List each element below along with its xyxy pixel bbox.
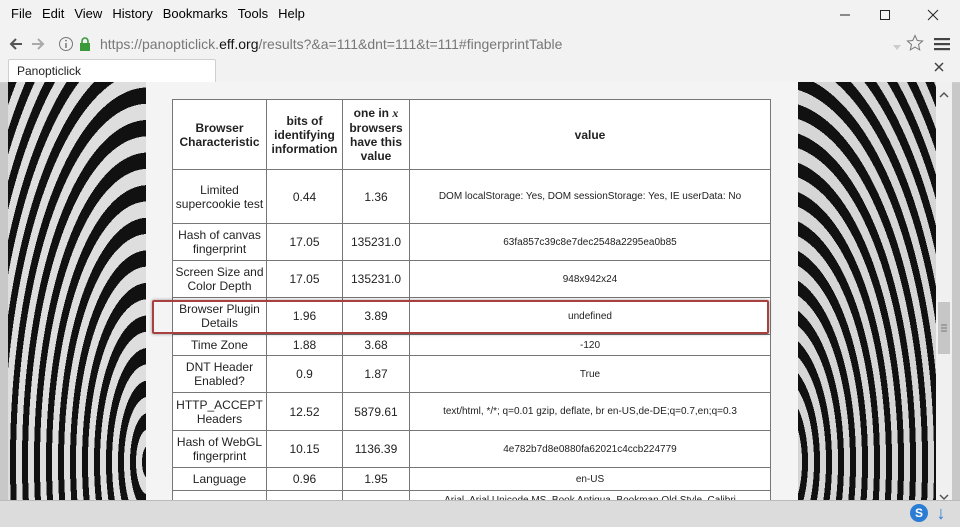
cell-value: 4e782b7d8e0880fa62021c4ccb224779 (409, 430, 771, 468)
page-content: Browser Characteristic bits of identifyi… (8, 82, 936, 500)
cell-name (172, 490, 267, 500)
scroll-up-icon[interactable] (939, 86, 949, 104)
highlight-box (152, 300, 769, 334)
cell-name: DNT Header Enabled? (172, 355, 267, 393)
status-bar: S ↓ (0, 500, 960, 527)
cell-name: Time Zone (172, 334, 267, 356)
menu-history[interactable]: History (107, 5, 157, 23)
cell-value: 63fa857c39c8e7dec2548a2295ea0b85 (409, 223, 771, 261)
maximize-icon[interactable] (862, 0, 908, 30)
cell-bits (266, 490, 343, 500)
cell-value: True (409, 355, 771, 393)
cell-value: -120 (409, 334, 771, 356)
table-row: Hash of WebGL fingerprint 10.15 1136.39 … (172, 430, 771, 468)
table-row: Arial, Arial Unicode MS, Book Antiqua, B… (172, 490, 771, 500)
fingerprint-background-left (8, 82, 146, 500)
url-bar[interactable]: https://panopticlick.eff.org/results?&a=… (54, 32, 924, 56)
cell-bits: 17.05 (266, 223, 343, 261)
cell-bits: 10.15 (266, 430, 343, 468)
cell-one-in: 1.36 (342, 169, 410, 224)
close-tab-icon[interactable] (934, 61, 944, 75)
cell-one-in: 5879.61 (342, 392, 410, 431)
table-row: Language 0.96 1.95 en-US (172, 467, 771, 491)
cell-one-in: 1.95 (342, 467, 410, 491)
header-browser-characteristic: Browser Characteristic (172, 99, 267, 170)
header-value: value (409, 99, 771, 170)
table-row: DNT Header Enabled? 0.9 1.87 True (172, 355, 771, 393)
menu-tools[interactable]: Tools (233, 5, 273, 23)
cell-one-in (342, 490, 410, 500)
bookmark-star-icon[interactable] (906, 34, 924, 57)
cell-value: 948x942x24 (409, 260, 771, 298)
cell-name: Hash of canvas fingerprint (172, 223, 267, 261)
cell-one-in: 3.68 (342, 334, 410, 356)
menu-bar: File Edit View History Bookmarks Tools H… (0, 0, 960, 30)
cell-bits: 0.96 (266, 467, 343, 491)
lock-icon (78, 36, 92, 57)
header-one-in-x: one in x browsers have this value (342, 99, 410, 170)
cell-one-in: 135231.0 (342, 223, 410, 261)
menu-bookmarks[interactable]: Bookmarks (158, 5, 233, 23)
dropdown-arrow-icon[interactable] (892, 39, 902, 57)
url-text[interactable]: https://panopticlick.eff.org/results?&a=… (100, 36, 562, 52)
cell-bits: 12.52 (266, 392, 343, 431)
s-extension-icon[interactable]: S (910, 504, 928, 522)
table-row: Limited supercookie test 0.44 1.36 DOM l… (172, 169, 771, 224)
cell-bits: 17.05 (266, 260, 343, 298)
cell-bits: 0.9 (266, 355, 343, 393)
scrollbar-thumb[interactable] (938, 302, 950, 354)
cell-name: HTTP_ACCEPT Headers (172, 392, 267, 431)
menu-list: File Edit View History Bookmarks Tools H… (6, 5, 310, 23)
cell-value: Arial, Arial Unicode MS, Book Antiqua, B… (409, 490, 771, 500)
cell-value: DOM localStorage: Yes, DOM sessionStorag… (409, 169, 771, 224)
cell-value: en-US (409, 467, 771, 491)
cell-one-in: 1.87 (342, 355, 410, 393)
close-window-icon[interactable] (910, 0, 956, 30)
tab-panopticlick[interactable]: Panopticlick (8, 59, 216, 82)
navigation-bar: https://panopticlick.eff.org/results?&a=… (0, 30, 960, 58)
vertical-scrollbar[interactable] (936, 82, 952, 501)
cell-value: text/html, */*; q=0.01 gzip, deflate, br… (409, 392, 771, 431)
menu-edit[interactable]: Edit (37, 5, 69, 23)
cell-name: Hash of WebGL fingerprint (172, 430, 267, 468)
cell-bits: 0.44 (266, 169, 343, 224)
cell-one-in: 135231.0 (342, 260, 410, 298)
table-header-row: Browser Characteristic bits of identifyi… (172, 99, 771, 170)
menu-view[interactable]: View (69, 5, 107, 23)
forward-arrow-icon[interactable] (28, 34, 48, 54)
cell-one-in: 1136.39 (342, 430, 410, 468)
table-row: Hash of canvas fingerprint 17.05 135231.… (172, 223, 771, 261)
hamburger-menu-icon[interactable] (934, 37, 950, 56)
back-arrow-icon[interactable] (6, 34, 26, 54)
info-icon[interactable] (58, 36, 74, 57)
menu-file[interactable]: File (6, 5, 37, 23)
menu-help[interactable]: Help (273, 5, 310, 23)
download-arrow-icon[interactable]: ↓ (932, 503, 950, 523)
cell-name: Screen Size and Color Depth (172, 260, 267, 298)
cell-name: Language (172, 467, 267, 491)
cell-bits: 1.88 (266, 334, 343, 356)
table-row: Screen Size and Color Depth 17.05 135231… (172, 260, 771, 298)
header-bits: bits of identifying information (266, 99, 343, 170)
fingerprint-background-right (798, 82, 936, 500)
tab-bar: Panopticlick (0, 58, 960, 83)
table-row: Time Zone 1.88 3.68 -120 (172, 334, 771, 356)
cell-name: Limited supercookie test (172, 169, 267, 224)
results-panel: Browser Characteristic bits of identifyi… (146, 82, 798, 500)
table-row: HTTP_ACCEPT Headers 12.52 5879.61 text/h… (172, 392, 771, 431)
